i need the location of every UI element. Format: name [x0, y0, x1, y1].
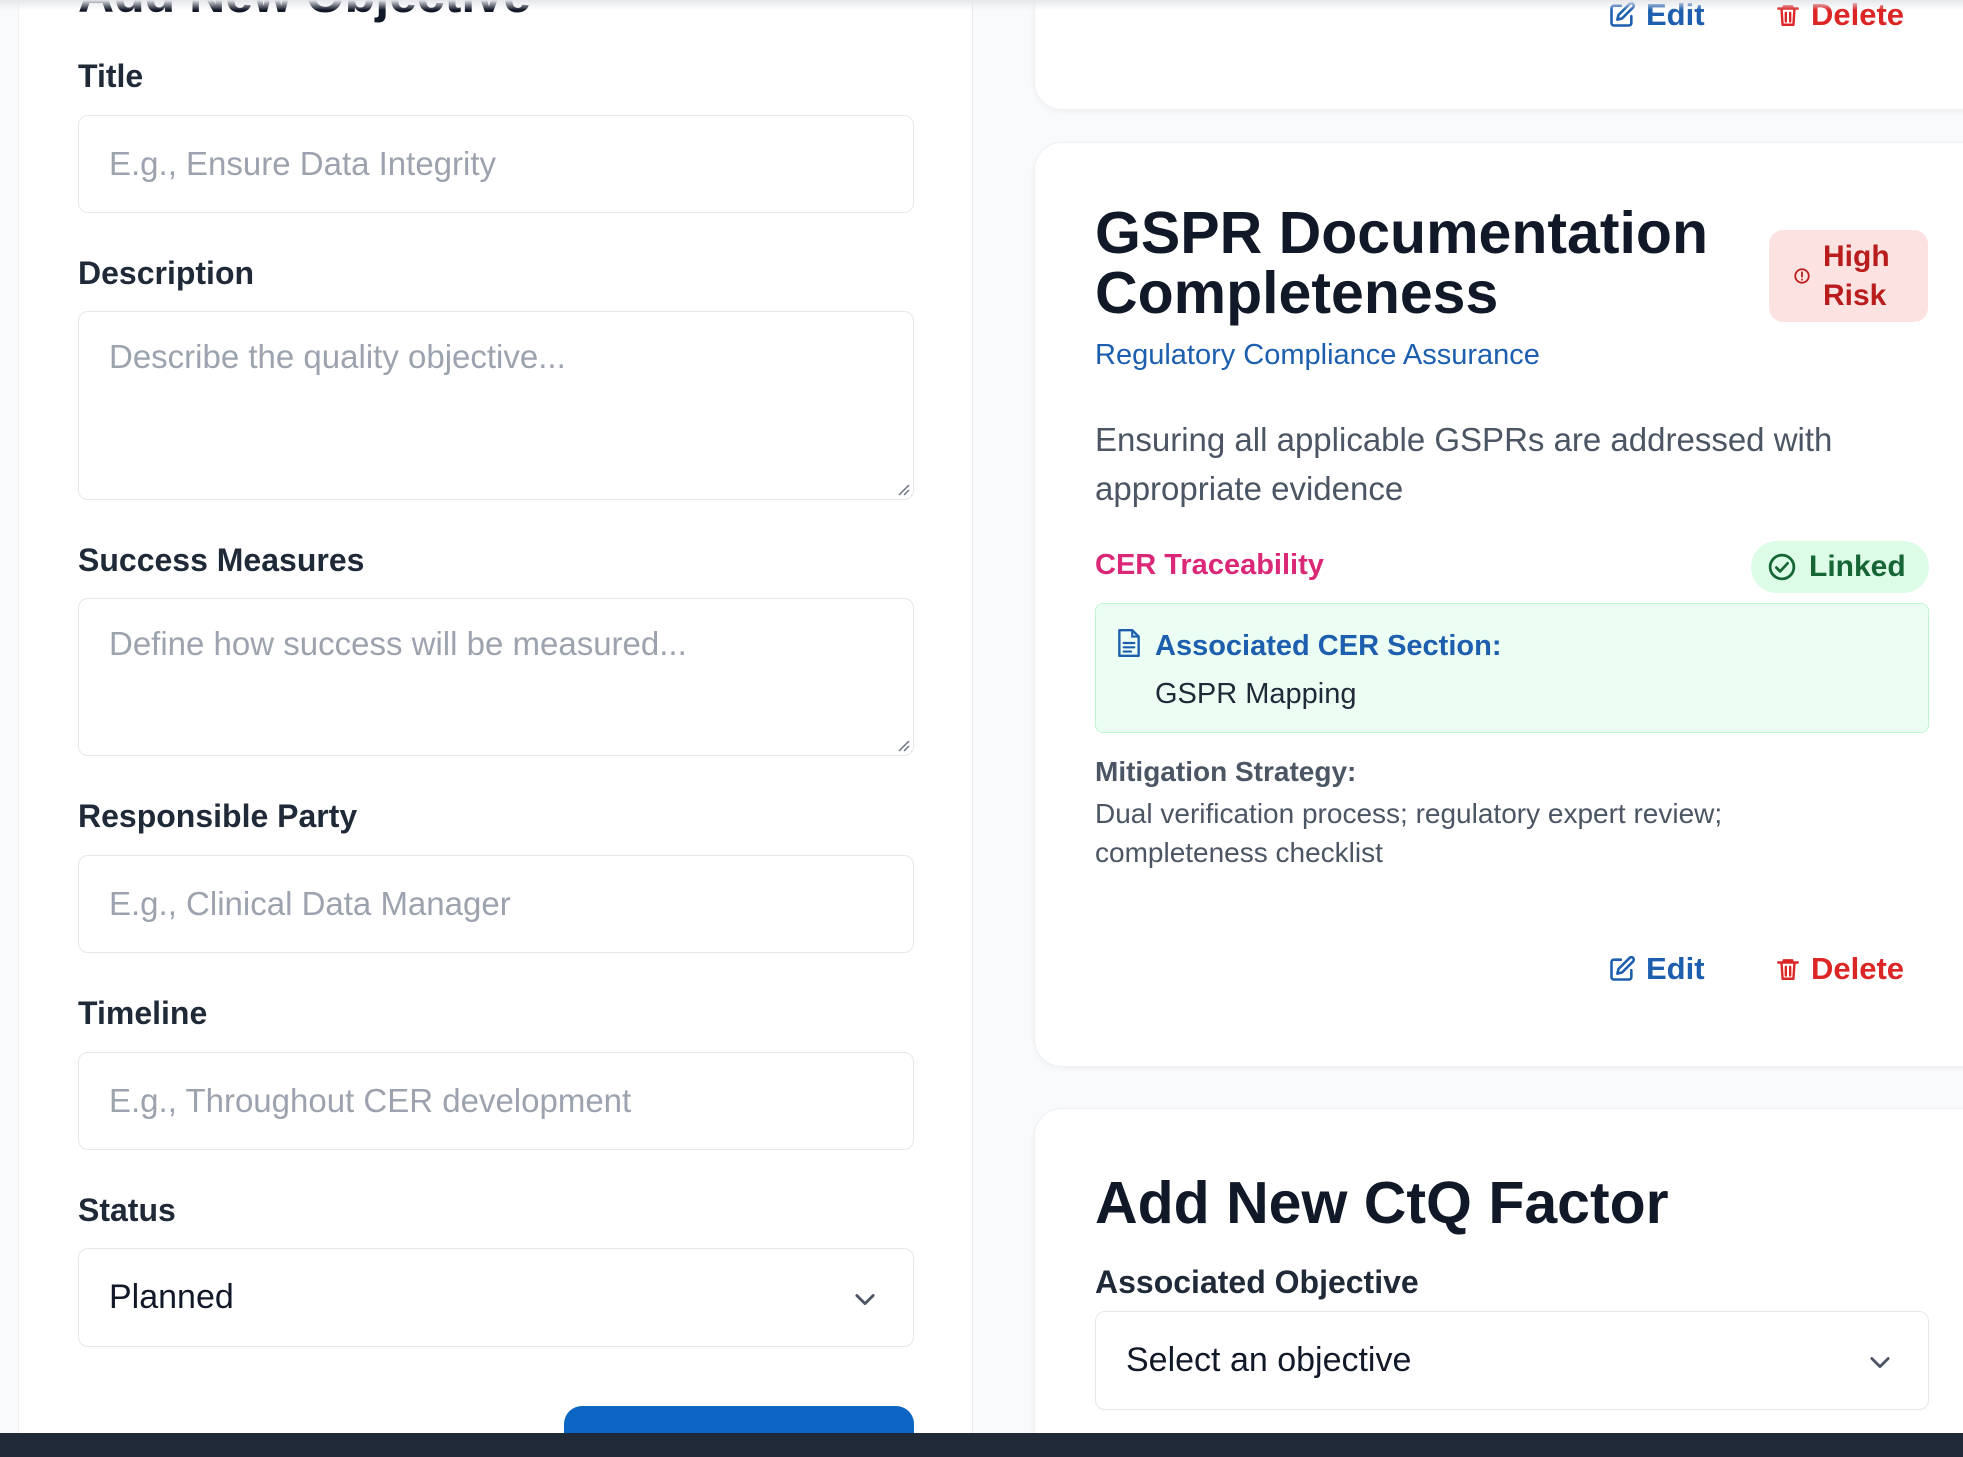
resize-handle-icon[interactable] [896, 482, 910, 496]
timeline-input[interactable]: E.g., Throughout CER development [78, 1052, 914, 1150]
chevron-down-icon [1870, 1357, 1890, 1369]
previous-objective-card: Edit Delete [1034, 0, 1963, 110]
success-measures-label: Success Measures [78, 542, 365, 578]
associated-objective-select[interactable]: Select an objective [1095, 1311, 1929, 1410]
responsible-party-input[interactable]: E.g., Clinical Data Manager [78, 855, 914, 953]
chevron-down-icon [855, 1294, 875, 1306]
objective-description: Ensuring all applicable GSPRs are addres… [1095, 421, 1833, 507]
timeline-placeholder: E.g., Throughout CER development [109, 1082, 632, 1119]
status-label: Status [78, 1192, 176, 1228]
check-circle-icon [1768, 553, 1796, 581]
cer-section-value: GSPR Mapping [1155, 678, 1357, 710]
taskbar-strip [0, 1433, 1963, 1457]
trash-icon [1777, 959, 1799, 980]
risk-badge-label: High Risk [1823, 240, 1890, 312]
top-edge-shadow [0, 0, 1963, 10]
edit-button[interactable]: Edit [1608, 951, 1705, 987]
status-select[interactable]: Planned [78, 1248, 914, 1347]
associated-objective-label: Associated Objective [1095, 1264, 1419, 1300]
linked-status-badge: Linked [1751, 541, 1929, 593]
cer-traceability-label: CER Traceability [1095, 549, 1324, 581]
status-selected-value: Planned [109, 1278, 234, 1316]
success-measures-placeholder: Define how success will be measured... [109, 625, 687, 662]
document-icon [1118, 628, 1140, 658]
title-placeholder: E.g., Ensure Data Integrity [109, 145, 497, 182]
associated-cer-section-box: Associated CER Section: GSPR Mapping [1095, 603, 1929, 733]
ctq-factor-form-card: Add New CtQ Factor Associated Objective … [1034, 1108, 1963, 1457]
mitigation-strategy-text: Dual verification process; regulatory ex… [1095, 798, 1723, 868]
description-textarea[interactable]: Describe the quality objective... [78, 311, 914, 500]
objective-card: GSPR Documentation Completeness High Ris… [1034, 142, 1963, 1067]
mitigation-strategy-label: Mitigation Strategy: [1095, 756, 1357, 787]
risk-badge: High Risk [1769, 230, 1928, 322]
resize-handle-icon[interactable] [896, 738, 910, 752]
edit-label: Edit [1646, 951, 1705, 986]
linked-label: Linked [1809, 550, 1906, 583]
success-measures-textarea[interactable]: Define how success will be measured... [78, 598, 914, 756]
responsible-party-placeholder: E.g., Clinical Data Manager [109, 885, 511, 922]
title-label: Title [78, 58, 144, 94]
timeline-label: Timeline [78, 995, 208, 1031]
description-placeholder: Describe the quality objective... [109, 338, 566, 375]
responsible-party-label: Responsible Party [78, 798, 358, 834]
delete-button[interactable]: Delete [1775, 951, 1904, 987]
objective-category: Regulatory Compliance Assurance [1095, 339, 1540, 371]
delete-label: Delete [1811, 951, 1905, 986]
ctq-form-heading: Add New CtQ Factor [1095, 1170, 1669, 1236]
title-input[interactable]: E.g., Ensure Data Integrity [78, 115, 914, 213]
cer-section-label: Associated CER Section: [1155, 630, 1502, 662]
edit-icon [1610, 955, 1636, 981]
description-label: Description [78, 255, 255, 291]
associated-objective-value: Select an objective [1126, 1341, 1412, 1379]
objective-title: GSPR Documentation Completeness [1095, 200, 1708, 326]
alert-circle-icon [1794, 268, 1810, 284]
